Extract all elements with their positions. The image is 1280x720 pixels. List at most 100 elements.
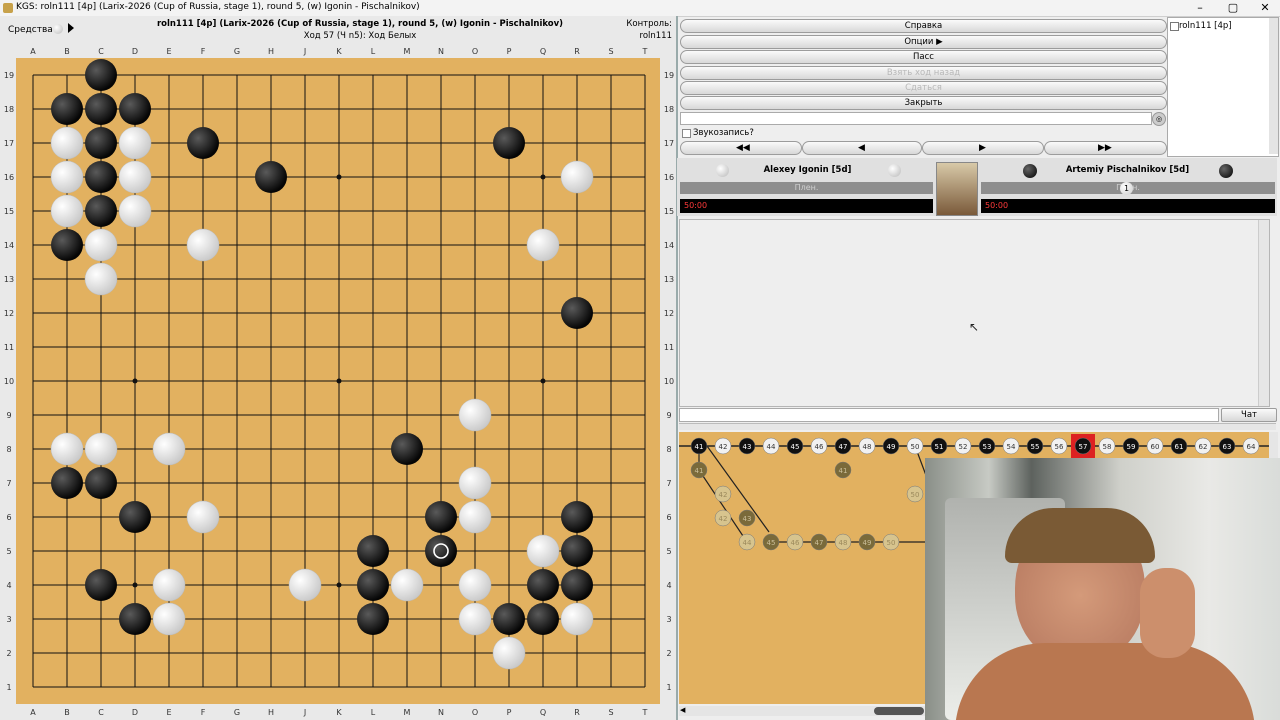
coordinate-label: Q <box>540 708 546 717</box>
chat-scrollbar[interactable] <box>1258 220 1269 406</box>
white-stone[interactable] <box>458 466 492 500</box>
white-stone[interactable] <box>458 500 492 534</box>
black-stone[interactable] <box>425 501 457 533</box>
search-icon[interactable]: ◎ <box>1152 112 1166 126</box>
tree-scrollbar[interactable]: ◀ <box>679 706 927 716</box>
star-point <box>132 582 138 588</box>
white-stone[interactable] <box>152 568 186 602</box>
last-move-button[interactable]: ▶▶ <box>1044 141 1167 155</box>
resign-button[interactable]: Сдаться <box>680 81 1167 95</box>
sound-record-checkbox[interactable] <box>682 129 691 138</box>
tree-scrollbar-thumb[interactable] <box>874 707 924 715</box>
coordinate-label: 14 <box>4 241 14 250</box>
tree-vscrollbar[interactable] <box>1269 432 1278 458</box>
black-stone[interactable] <box>357 569 389 601</box>
white-stone[interactable] <box>458 602 492 636</box>
coordinate-label: 19 <box>4 71 14 80</box>
maximize-icon[interactable]: ▢ <box>1218 0 1248 16</box>
white-stone[interactable] <box>50 160 84 194</box>
black-stone[interactable] <box>51 229 83 261</box>
go-board[interactable]: AABBCCDDEEFFGGHHJJKKLLMMNNOOPPQQRRSSTT19… <box>0 0 676 720</box>
undo-button[interactable]: Взять ход назад <box>680 66 1167 80</box>
black-player-name[interactable]: Artemiy Pischalnikov [5d] <box>1050 165 1205 175</box>
white-stone[interactable] <box>152 602 186 636</box>
black-stone[interactable] <box>493 603 525 635</box>
black-stone[interactable] <box>85 59 117 91</box>
sound-record-label: Звукозапись? <box>693 128 754 138</box>
white-stone[interactable] <box>186 500 220 534</box>
black-stone[interactable] <box>85 127 117 159</box>
black-stone[interactable] <box>85 467 117 499</box>
black-stone[interactable] <box>391 433 423 465</box>
black-stone[interactable] <box>561 535 593 567</box>
options-label: Опции <box>904 37 934 47</box>
white-stone[interactable] <box>50 126 84 160</box>
black-stone[interactable] <box>51 467 83 499</box>
prev-move-button[interactable]: ◀ <box>802 141 922 155</box>
coordinate-label: L <box>371 708 376 717</box>
white-stone[interactable] <box>84 262 118 296</box>
scroll-left-icon[interactable]: ◀ <box>680 706 685 714</box>
white-stone[interactable] <box>50 432 84 466</box>
room-chat-button[interactable]: Чат комнаты <box>1221 408 1277 432</box>
white-stone[interactable] <box>118 160 152 194</box>
white-stone[interactable] <box>526 228 560 262</box>
white-stone[interactable] <box>118 194 152 228</box>
black-stone[interactable] <box>493 127 525 159</box>
white-stone[interactable] <box>288 568 322 602</box>
white-stone[interactable] <box>84 228 118 262</box>
black-stone[interactable] <box>561 297 593 329</box>
black-stone[interactable] <box>187 127 219 159</box>
white-stone[interactable] <box>458 568 492 602</box>
black-stone[interactable] <box>561 569 593 601</box>
white-stone[interactable] <box>84 432 118 466</box>
black-stone[interactable] <box>85 195 117 227</box>
white-stone[interactable] <box>186 228 220 262</box>
close-game-button[interactable]: Закрыть <box>680 96 1167 110</box>
black-stone[interactable] <box>357 603 389 635</box>
coordinate-label: 16 <box>664 173 674 182</box>
white-stone[interactable] <box>526 534 560 568</box>
command-input[interactable] <box>680 112 1152 125</box>
chat-input[interactable] <box>679 408 1219 422</box>
chat-area[interactable] <box>679 219 1270 407</box>
black-stone[interactable] <box>51 93 83 125</box>
black-stone[interactable] <box>119 501 151 533</box>
black-stone[interactable] <box>85 161 117 193</box>
pass-button[interactable]: Пасс <box>680 50 1167 64</box>
white-stone[interactable] <box>560 602 594 636</box>
coordinate-label: C <box>98 708 104 717</box>
black-stone[interactable] <box>561 501 593 533</box>
tree-node-label: 42 <box>719 515 728 523</box>
black-stone[interactable] <box>119 93 151 125</box>
white-stone[interactable] <box>50 194 84 228</box>
white-stone[interactable] <box>118 126 152 160</box>
white-player-name[interactable]: Alexey Igonin [5d] <box>740 165 875 175</box>
coordinate-label: H <box>268 47 274 56</box>
black-stone[interactable] <box>119 603 151 635</box>
white-stone[interactable] <box>560 160 594 194</box>
userlist-scrollbar[interactable] <box>1269 18 1278 154</box>
close-icon[interactable]: ✕ <box>1250 0 1280 16</box>
black-stone[interactable] <box>85 93 117 125</box>
user-list[interactable]: roln111 [4p] <box>1167 17 1279 157</box>
black-stone[interactable] <box>527 569 559 601</box>
first-move-button[interactable]: ◀◀ <box>680 141 802 155</box>
black-stone[interactable] <box>255 161 287 193</box>
help-button[interactable]: Справка <box>680 19 1167 33</box>
webcam-person-hair <box>1005 508 1155 563</box>
user-list-item[interactable]: roln111 [4p] <box>1179 21 1232 31</box>
white-stone[interactable] <box>492 636 526 670</box>
tree-node-label: 61 <box>1175 443 1184 451</box>
options-button[interactable]: Опции ▶ <box>680 35 1167 49</box>
black-stone[interactable] <box>425 535 457 567</box>
minimize-icon[interactable]: – <box>1185 0 1215 16</box>
black-stone[interactable] <box>85 569 117 601</box>
tree-node-label: 54 <box>1007 443 1016 451</box>
white-stone[interactable] <box>390 568 424 602</box>
white-stone[interactable] <box>152 432 186 466</box>
black-stone[interactable] <box>357 535 389 567</box>
black-stone[interactable] <box>527 603 559 635</box>
next-move-button[interactable]: ▶ <box>922 141 1044 155</box>
white-stone[interactable] <box>458 398 492 432</box>
